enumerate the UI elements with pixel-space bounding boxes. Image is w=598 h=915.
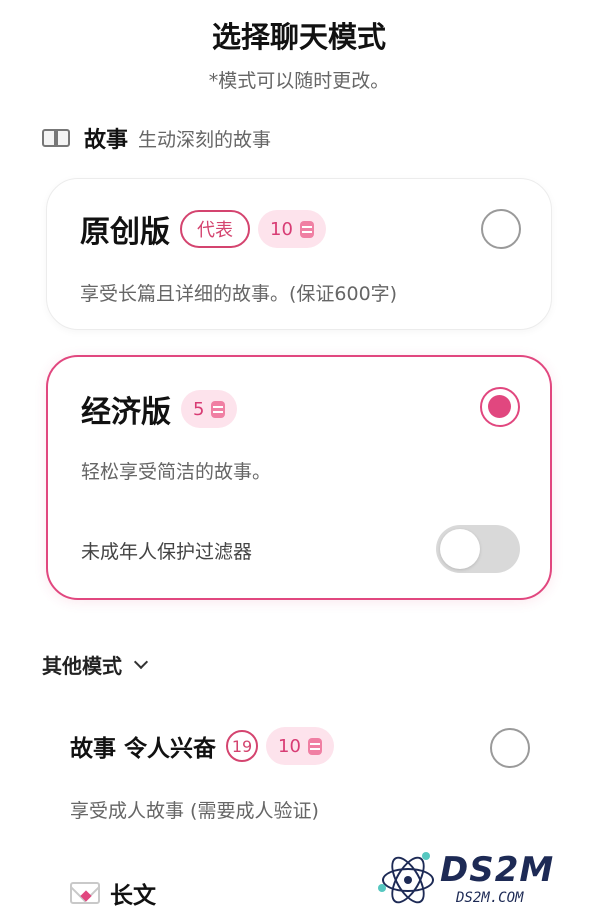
chevron-down-icon xyxy=(133,654,149,669)
open-book-icon xyxy=(42,127,72,149)
page-title: 选择聊天模式 xyxy=(211,20,386,54)
long-text-title: 长文 xyxy=(110,883,156,909)
watermark-subtext: DS2M.COM xyxy=(456,890,524,906)
watermark-text: DS2M xyxy=(440,850,555,890)
original-card-description: 享受长篇且详细的故事。(保证600字) xyxy=(80,283,398,305)
coin-jar-icon xyxy=(299,220,314,238)
economy-card-title: 经济版 xyxy=(81,395,171,430)
coin-jar-icon xyxy=(211,400,226,418)
watermark: DS2M DS2M.COM xyxy=(378,850,588,910)
cost-value: 10 xyxy=(270,218,293,240)
coin-jar-icon xyxy=(307,737,322,755)
cost-badge: 5 xyxy=(181,390,238,428)
age-19-badge: 19 xyxy=(226,730,259,762)
cost-value: 5 xyxy=(193,398,205,420)
long-text-section-header: 长文 xyxy=(70,876,156,910)
toggle-knob xyxy=(440,529,480,569)
other-modes-dropdown[interactable]: 其他模式 xyxy=(42,650,149,679)
exciting-story-description: 享受成人故事 (需要成人验证) xyxy=(70,800,319,822)
exciting-story-title: 故事 令人兴奋 xyxy=(70,736,217,762)
exciting-story-radio-button[interactable] xyxy=(490,728,530,768)
story-section-title: 故事 xyxy=(84,128,129,153)
original-card-header: 原创版 代表 10 xyxy=(80,207,326,251)
minor-protection-filter-label: 未成年人保护过滤器 xyxy=(81,541,253,563)
economy-card-header: 经济版 5 xyxy=(81,387,238,431)
love-letter-icon xyxy=(70,882,100,904)
economy-version-card[interactable]: 经济版 5 轻松享受简洁的故事。 未成年人保护过滤器 xyxy=(46,355,552,600)
atom-logo-icon xyxy=(378,850,438,910)
original-version-card[interactable]: 原创版 代表 10 享受长篇且详细的故事。(保证600字) xyxy=(46,178,552,330)
story-section-description: 生动深刻的故事 xyxy=(138,128,272,151)
page-subtitle: *模式可以随时更改。 xyxy=(208,70,390,92)
cost-badge: 10 xyxy=(258,210,326,248)
economy-radio-button-selected[interactable] xyxy=(480,387,520,427)
economy-card-description: 轻松享受简洁的故事。 xyxy=(81,461,272,483)
cost-value: 10 xyxy=(278,735,301,757)
story-section-header: 故事 生动深刻的故事 xyxy=(42,122,271,154)
minor-protection-filter-toggle[interactable] xyxy=(436,525,520,573)
representative-tag: 代表 xyxy=(180,210,250,248)
original-card-title: 原创版 xyxy=(80,215,170,250)
cost-badge: 10 xyxy=(266,727,334,765)
original-radio-button[interactable] xyxy=(481,209,521,249)
exciting-story-item-header[interactable]: 故事 令人兴奋 19 10 xyxy=(70,727,334,765)
other-modes-title: 其他模式 xyxy=(42,654,122,678)
